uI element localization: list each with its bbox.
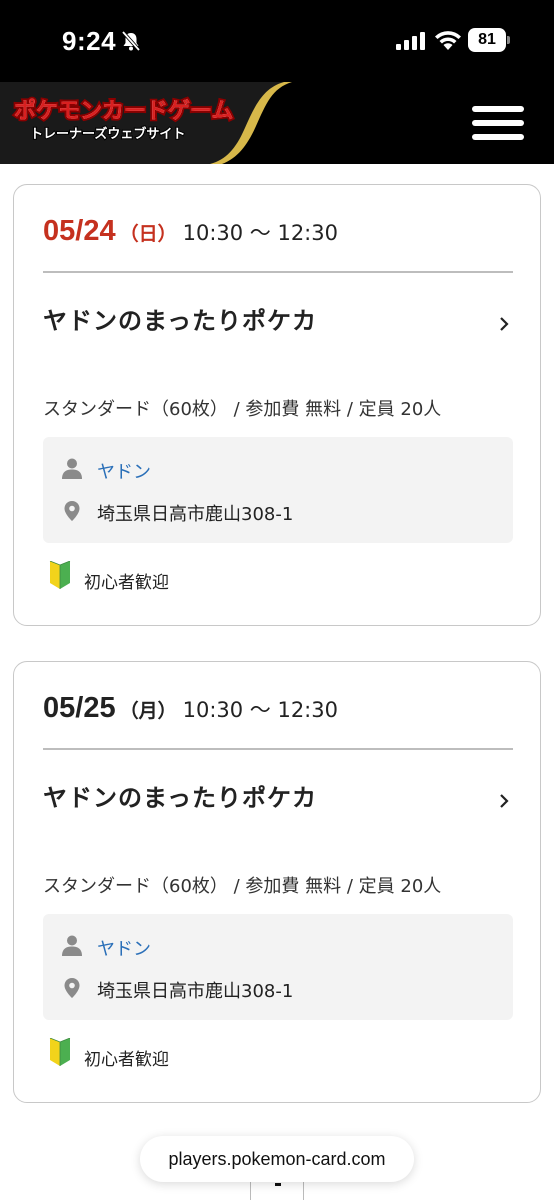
battery-level: 81 [468,28,506,52]
event-date: 05/25 [43,692,116,724]
hamburger-menu-button[interactable] [472,104,524,144]
location-pin-icon [64,978,80,998]
event-card[interactable]: 05/24 （日） 10:30 〜 12:30 ヤドンのまったりポケカ スタンダ… [13,184,541,626]
chevron-right-icon[interactable] [498,792,510,810]
beginner-welcome-tag: 初心者歓迎 [84,573,169,593]
organizer-link[interactable]: ヤドン [97,935,151,961]
person-icon [62,935,82,956]
pokemon-card-game-logo[interactable]: ポケモンカードゲーム ポケモンカードゲーム トレーナーズウェブサイト [0,82,300,164]
battery-icon: 81 [468,28,510,52]
event-address: 埼玉県日高市鹿山308-1 [97,981,294,1002]
event-title[interactable]: ヤドンのまったりポケカ [43,301,317,336]
wifi-icon [435,31,461,50]
event-card[interactable]: 05/25 （月） 10:30 〜 12:30 ヤドンのまったりポケカ スタンダ… [13,661,541,1103]
beginner-welcome-tag: 初心者歓迎 [84,1050,169,1070]
event-weekday: （月） [119,700,177,722]
svg-text:ポケモンカードゲーム: ポケモンカードゲーム [14,98,233,124]
divider [43,271,513,273]
event-details: スタンダード（60枚） / 参加費 無料 / 定員 20人 [43,399,442,420]
location-pin-icon [64,501,80,521]
event-info-box: ヤドン 埼玉県日高市鹿山308-1 [43,437,513,543]
cellular-signal-icon [396,32,425,50]
event-info-box: ヤドン 埼玉県日高市鹿山308-1 [43,914,513,1020]
event-title[interactable]: ヤドンのまったりポケカ [43,778,317,813]
event-address: 埼玉県日高市鹿山308-1 [97,504,294,525]
beginner-mark-icon [49,561,71,589]
event-date-line: 05/25 （月） 10:30 〜 12:30 [43,692,338,732]
browser-url-bar[interactable]: players.pokemon-card.com [140,1136,414,1182]
person-icon [62,458,82,479]
event-time: 10:30 〜 12:30 [182,698,338,722]
site-header: ポケモンカードゲーム ポケモンカードゲーム トレーナーズウェブサイト [0,82,554,164]
beginner-mark-icon [49,1038,71,1066]
organizer-link[interactable]: ヤドン [97,458,151,484]
event-details: スタンダード（60枚） / 参加費 無料 / 定員 20人 [43,876,442,897]
event-time: 10:30 〜 12:30 [182,221,338,245]
bell-slash-icon [121,30,141,52]
divider [43,748,513,750]
chevron-right-icon[interactable] [498,315,510,333]
svg-text:トレーナーズウェブサイト: トレーナーズウェブサイト [30,126,185,142]
status-time: 9:24 [62,26,117,56]
event-date: 05/24 [43,215,116,247]
status-bar: 9:24 81 [0,0,554,82]
event-weekday: （日） [119,223,177,245]
event-date-line: 05/24 （日） 10:30 〜 12:30 [43,215,338,255]
